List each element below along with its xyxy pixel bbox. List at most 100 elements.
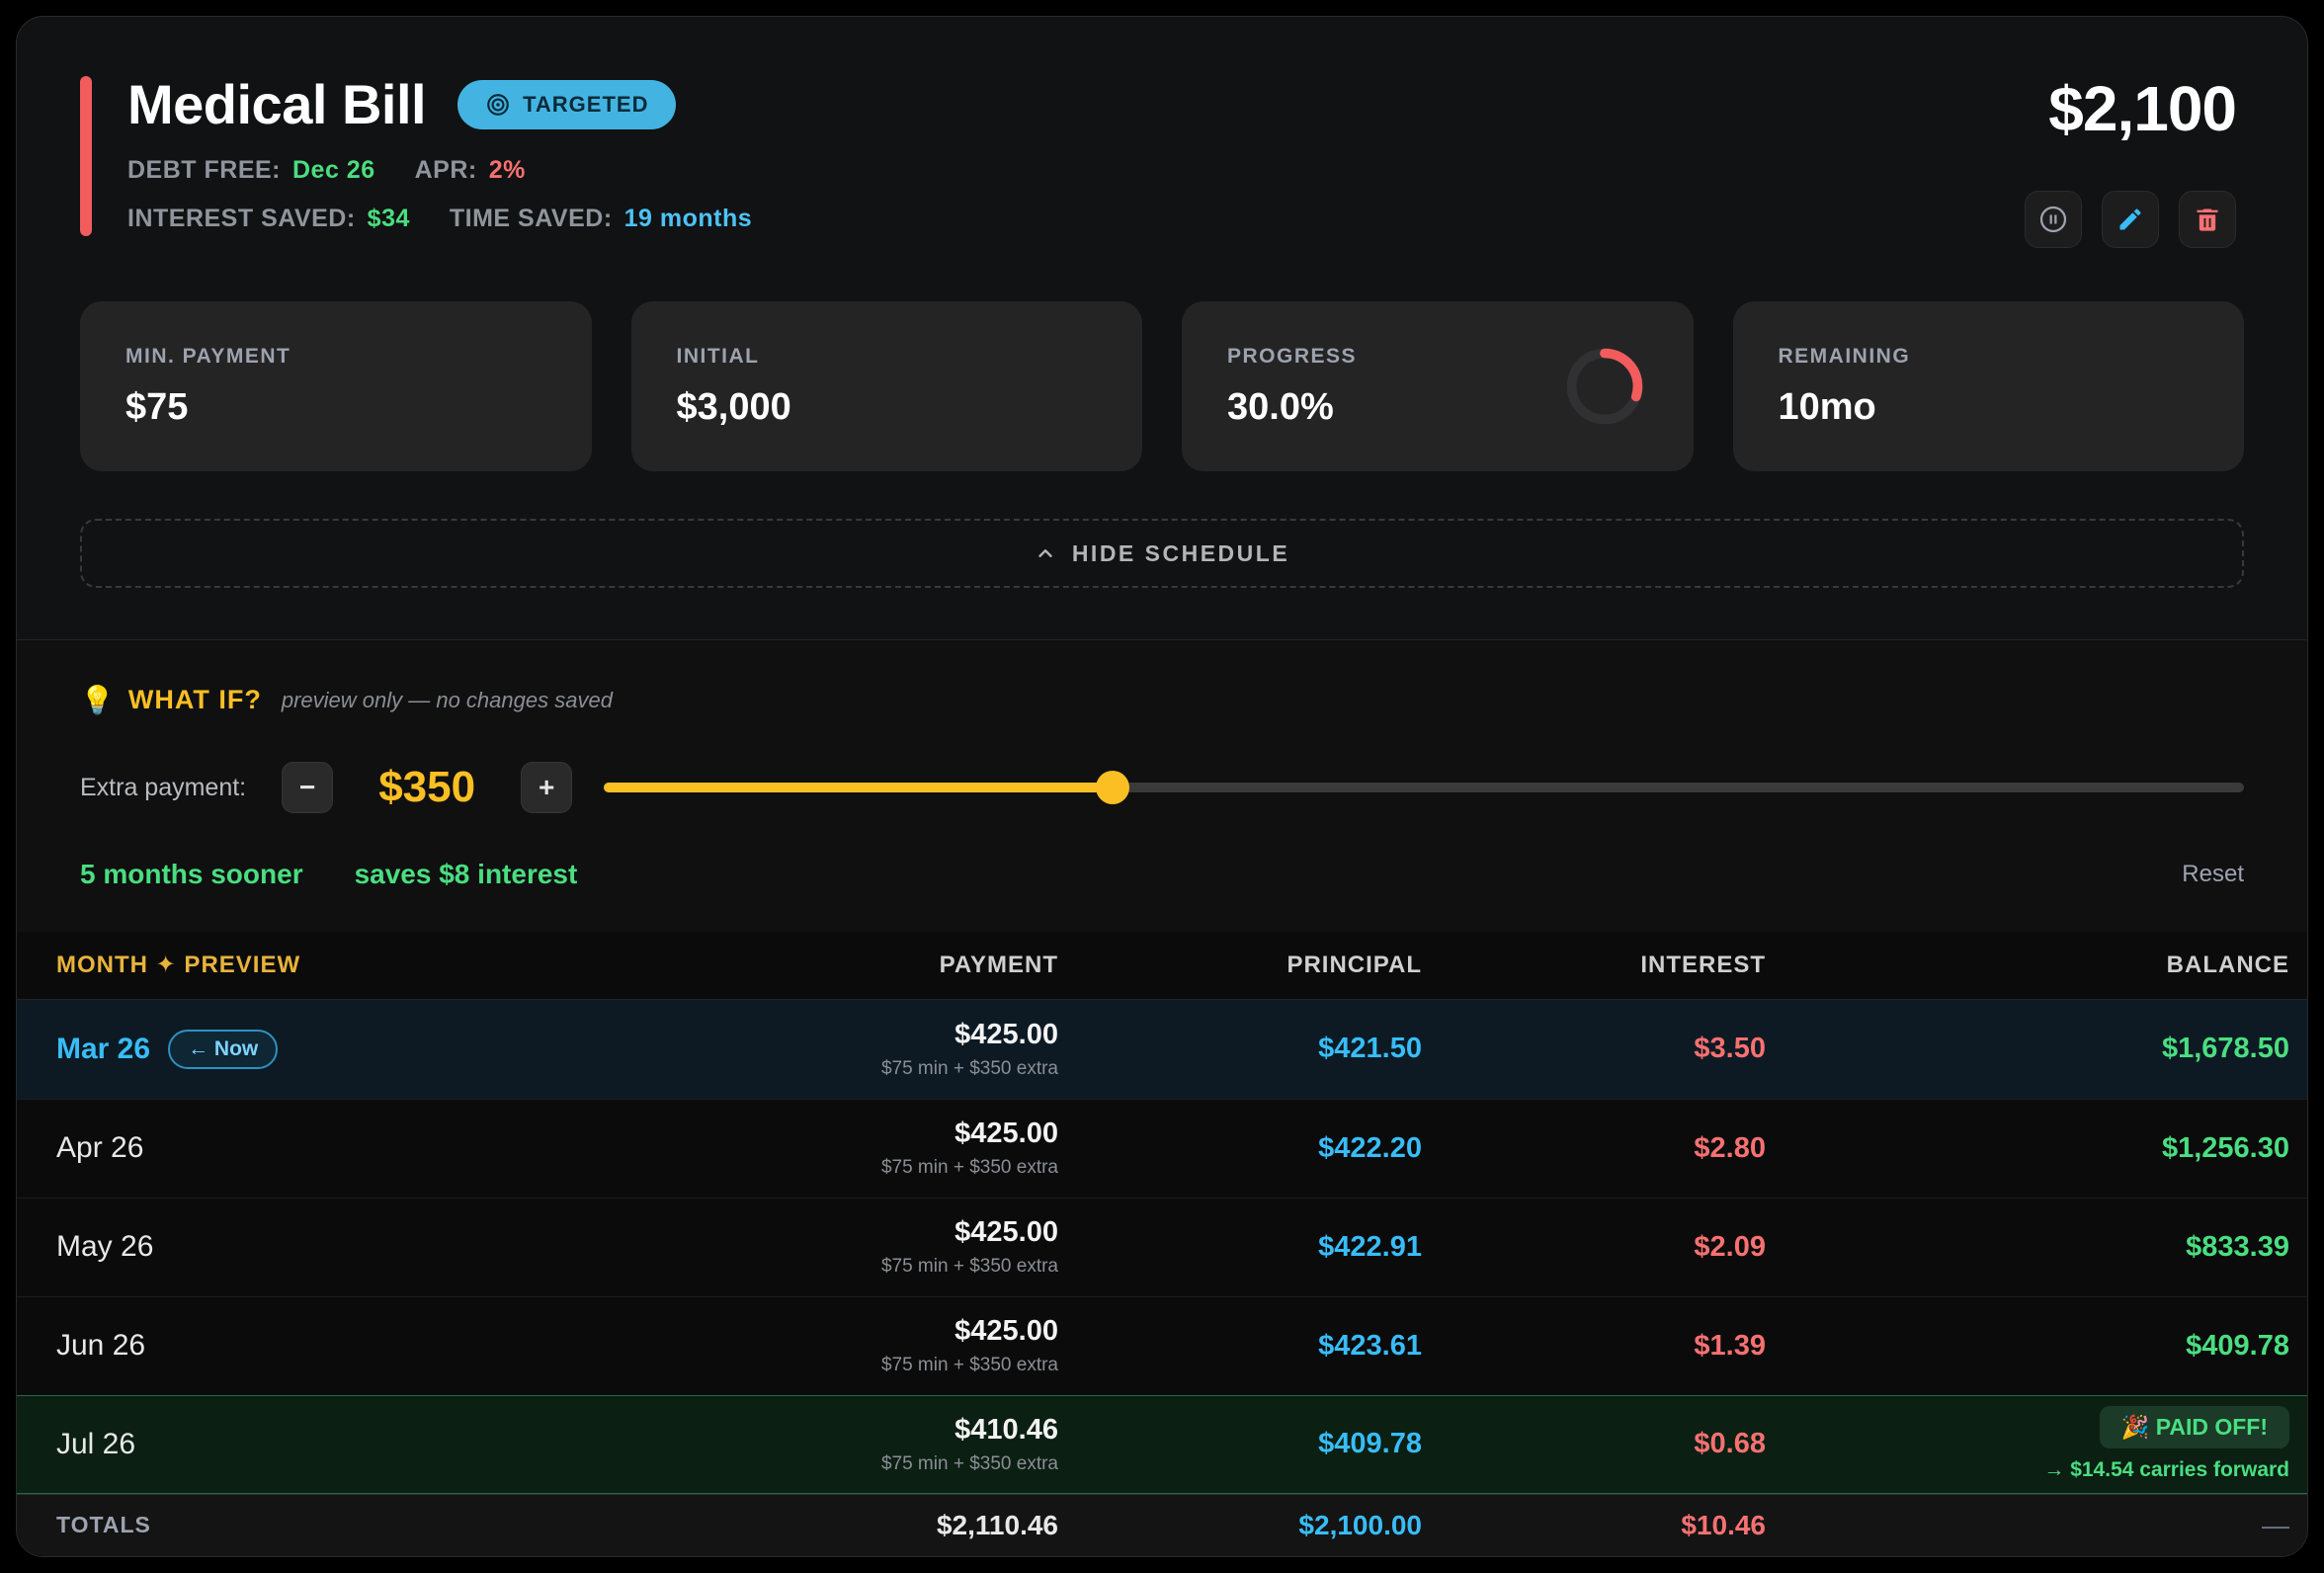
delete-button[interactable] [2179, 191, 2236, 248]
edit-pencil-icon [2116, 206, 2144, 233]
slider-thumb[interactable] [1096, 771, 1129, 804]
totals-balance: — [1766, 1510, 2289, 1541]
target-icon [485, 92, 511, 118]
paid-off-badge: 🎉 PAID OFF! [2100, 1406, 2289, 1449]
row-interest: $2.09 [1422, 1231, 1766, 1264]
chevron-up-icon [1035, 542, 1056, 564]
carry-forward-note: → $14.54 carries forward [2043, 1458, 2289, 1482]
hide-schedule-label: HIDE SCHEDULE [1072, 540, 1289, 567]
row-principal: $409.78 [1058, 1428, 1422, 1460]
page-title: Medical Bill [127, 72, 426, 136]
stat-value: $75 [125, 386, 290, 429]
stat-card-remaining: REMAINING 10mo [1733, 301, 2245, 471]
schedule-table: MONTH ✦ PREVIEW PAYMENT PRINCIPAL INTERE… [17, 932, 2307, 1556]
stat-value: $3,000 [677, 386, 791, 429]
row-interest: $0.68 [1422, 1428, 1766, 1460]
stat-label: PROGRESS [1227, 345, 1357, 369]
row-month: Apr 26 [56, 1131, 143, 1165]
row-payment-note: $75 min + $350 extra [881, 1058, 1058, 1080]
totals-payment: $2,110.46 [452, 1510, 1058, 1541]
row-month: Jun 26 [56, 1329, 145, 1363]
row-month: Mar 26 [56, 1033, 150, 1066]
meta-line-2: INTEREST SAVED: $34 TIME SAVED: 19 month… [127, 205, 752, 233]
row-principal: $422.20 [1058, 1132, 1422, 1165]
targeted-badge: TARGETED [457, 80, 676, 129]
stat-card-progress: PROGRESS 30.0% [1182, 301, 1694, 471]
row-payment: $425.00 [954, 1019, 1058, 1051]
what-if-title: WHAT IF? [128, 685, 262, 715]
what-if-section: 💡 WHAT IF? preview only — no changes sav… [17, 639, 2307, 932]
row-payment-note: $75 min + $350 extra [881, 1453, 1058, 1475]
column-header-month: MONTH ✦ PREVIEW [56, 951, 452, 979]
pause-button[interactable] [2025, 191, 2082, 248]
row-payment-note: $75 min + $350 extra [881, 1256, 1058, 1278]
column-header-interest: INTEREST [1422, 952, 1766, 979]
row-balance: $1,678.50 [1766, 1033, 2289, 1065]
row-interest: $1.39 [1422, 1330, 1766, 1363]
lightbulb-icon: 💡 [80, 684, 115, 716]
table-header: MONTH ✦ PREVIEW PAYMENT PRINCIPAL INTERE… [17, 932, 2307, 1000]
interest-saved-label: INTEREST SAVED: [127, 205, 356, 233]
what-if-subtitle: preview only — no changes saved [282, 688, 613, 713]
row-principal: $422.91 [1058, 1231, 1422, 1264]
apr-value: 2% [489, 156, 526, 185]
header: Medical Bill TARGETED DEBT FREE [17, 17, 2307, 248]
row-payment: $410.46 [954, 1414, 1058, 1447]
debt-free-label: DEBT FREE: [127, 156, 281, 185]
totals-interest: $10.46 [1422, 1510, 1766, 1541]
row-month: May 26 [56, 1230, 153, 1264]
stat-card-initial: INITIAL $3,000 [631, 301, 1143, 471]
stat-card-min-payment: MIN. PAYMENT $75 [80, 301, 592, 471]
debt-amount: $2,100 [2048, 72, 2236, 145]
interest-saved-value: $34 [368, 205, 410, 233]
extra-payment-value: $350 [333, 763, 521, 812]
trash-icon [2194, 206, 2221, 233]
accent-bar [80, 76, 92, 236]
stat-value: 10mo [1779, 386, 1911, 429]
decrease-extra-button[interactable]: − [282, 762, 333, 813]
reset-button[interactable]: Reset [2182, 861, 2244, 888]
debt-detail-panel: Medical Bill TARGETED DEBT FREE [16, 16, 2308, 1557]
months-sooner-text: 5 months sooner [80, 859, 303, 890]
row-principal: $421.50 [1058, 1033, 1422, 1065]
row-payment-note: $75 min + $350 extra [881, 1157, 1058, 1179]
row-interest: $3.50 [1422, 1033, 1766, 1065]
targeted-badge-label: TARGETED [523, 92, 648, 118]
meta-line-1: DEBT FREE: Dec 26 APR: 2% [127, 156, 752, 185]
hide-schedule-toggle[interactable]: HIDE SCHEDULE [80, 519, 2244, 588]
table-row[interactable]: Jun 26 $425.00 $75 min + $350 extra $423… [17, 1296, 2307, 1395]
column-header-payment: PAYMENT [452, 952, 1058, 979]
stat-value: 30.0% [1227, 386, 1357, 429]
increase-extra-button[interactable]: + [521, 762, 572, 813]
row-interest: $2.80 [1422, 1132, 1766, 1165]
stats-row: MIN. PAYMENT $75 INITIAL $3,000 PROGRESS… [80, 301, 2244, 471]
slider-fill [604, 783, 1113, 792]
extra-payment-slider[interactable] [604, 770, 2244, 805]
time-saved-value: 19 months [624, 205, 753, 233]
row-balance: $833.39 [1766, 1231, 2289, 1264]
table-row-paid-off[interactable]: Jul 26 $410.46 $75 min + $350 extra $409… [17, 1395, 2307, 1494]
now-badge: ← Now [168, 1030, 278, 1069]
stat-label: REMAINING [1779, 345, 1911, 369]
apr-label: APR: [415, 156, 477, 185]
pause-icon [2037, 204, 2069, 235]
totals-label: TOTALS [56, 1512, 452, 1538]
row-payment-note: $75 min + $350 extra [881, 1355, 1058, 1376]
row-principal: $423.61 [1058, 1330, 1422, 1363]
edit-button[interactable] [2102, 191, 2159, 248]
totals-principal: $2,100.00 [1058, 1510, 1422, 1541]
progress-ring [1561, 343, 1648, 430]
row-payment: $425.00 [954, 1118, 1058, 1150]
debt-free-value: Dec 26 [292, 156, 375, 185]
stat-label: MIN. PAYMENT [125, 345, 290, 369]
column-header-balance: BALANCE [1766, 952, 2289, 979]
row-payment: $425.00 [954, 1216, 1058, 1249]
stat-label: INITIAL [677, 345, 791, 369]
totals-row: TOTALS $2,110.46 $2,100.00 $10.46 — [17, 1494, 2307, 1556]
row-month: Jul 26 [56, 1428, 135, 1461]
row-payment: $425.00 [954, 1315, 1058, 1348]
table-row[interactable]: Mar 26 ← Now $425.00 $75 min + $350 extr… [17, 1000, 2307, 1099]
row-balance: $409.78 [1766, 1330, 2289, 1363]
table-row[interactable]: Apr 26 $425.00 $75 min + $350 extra $422… [17, 1099, 2307, 1198]
table-row[interactable]: May 26 $425.00 $75 min + $350 extra $422… [17, 1198, 2307, 1296]
